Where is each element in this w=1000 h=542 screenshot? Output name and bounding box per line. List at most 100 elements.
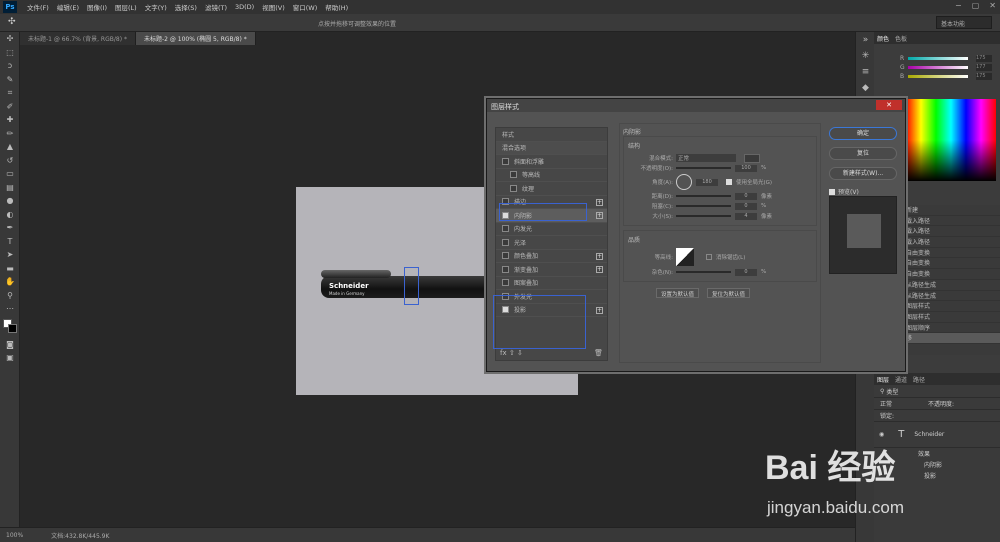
menu-filter[interactable]: 滤镜(T) <box>201 2 231 12</box>
close-window-button[interactable]: ✕ <box>989 1 996 10</box>
document-info[interactable]: 文档:432.8K/445.9K <box>51 531 109 540</box>
workspace-select[interactable]: 基本功能 <box>936 16 992 29</box>
eyedropper-icon[interactable]: ✐ <box>0 100 20 114</box>
menu-select[interactable]: 选择(S) <box>171 2 201 12</box>
tab-paths[interactable]: 路径 <box>910 375 928 384</box>
texture-checkbox[interactable] <box>510 184 517 192</box>
dialog-close-button[interactable]: ✕ <box>876 100 902 110</box>
healing-brush-icon[interactable]: ✚ <box>0 113 20 127</box>
noise-input[interactable]: 0 <box>735 268 757 276</box>
marquee-tool-icon[interactable]: ⬚ <box>0 46 20 60</box>
slider-b[interactable]: B 175 <box>874 72 1000 81</box>
gradient-overlay-checkbox[interactable] <box>502 265 509 273</box>
size-input[interactable]: 4 <box>735 212 757 220</box>
add-gradient-overlay-icon[interactable]: + <box>596 266 603 273</box>
layer-blend-mode[interactable]: 正常 <box>880 399 892 408</box>
contour-checkbox[interactable] <box>510 171 517 179</box>
slider-r[interactable]: R 175 <box>874 54 1000 63</box>
style-item-inner-glow[interactable]: 内发光 <box>496 223 607 236</box>
menu-view[interactable]: 视图(V) <box>258 2 289 12</box>
add-drop-shadow-icon[interactable]: + <box>596 306 603 314</box>
menu-file[interactable]: 文件(F) <box>23 2 53 12</box>
menu-type[interactable]: 文字(Y) <box>141 2 171 12</box>
move-icon[interactable]: ✣ <box>8 17 16 27</box>
minimize-button[interactable]: − <box>955 1 962 10</box>
maximize-button[interactable]: ▢ <box>972 1 980 10</box>
screen-mode-icon[interactable]: ▣ <box>0 351 20 365</box>
reset-default-button[interactable]: 复位为默认值 <box>707 288 751 298</box>
style-item-contour[interactable]: 等高线 <box>496 169 607 182</box>
gradient-tool-icon[interactable]: ▤ <box>0 181 20 195</box>
style-item-color-overlay[interactable]: 颜色叠加 + <box>496 250 607 263</box>
contour-picker[interactable] <box>676 248 694 266</box>
reset-button[interactable]: 复位 <box>829 147 897 160</box>
new-style-button[interactable]: 新建样式(W)... <box>829 167 897 180</box>
size-slider[interactable] <box>676 215 731 217</box>
eye-icon[interactable]: ◉ <box>879 431 884 438</box>
choke-input[interactable]: 0 <box>735 202 757 210</box>
pen-tool-icon[interactable]: ✒ <box>0 221 20 235</box>
choke-slider[interactable] <box>676 205 731 207</box>
style-item-bevel[interactable]: 斜面和浮雕 <box>496 155 607 169</box>
collapse-icon[interactable]: » <box>856 32 875 48</box>
preview-checkbox[interactable] <box>829 188 835 195</box>
angle-dial[interactable] <box>676 174 692 190</box>
slider-g[interactable]: G 177 <box>874 63 1000 72</box>
global-light-checkbox[interactable] <box>726 179 732 185</box>
style-item-pattern-overlay[interactable]: 图案叠加 <box>496 277 607 290</box>
distance-input[interactable]: 0 <box>735 192 757 200</box>
opacity-input[interactable]: 100 <box>735 164 757 172</box>
opacity-slider[interactable] <box>676 167 731 169</box>
shadow-color-swatch[interactable] <box>744 153 760 163</box>
menu-3d[interactable]: 3D(D) <box>231 3 258 11</box>
zoom-tool-icon[interactable]: ⚲ <box>0 289 20 303</box>
layer-filter-row[interactable]: ⚲ 类型 <box>874 385 1000 398</box>
add-stroke-icon[interactable]: + <box>596 198 603 206</box>
tab-swatches[interactable]: 色板 <box>892 34 910 43</box>
blend-mode-select[interactable]: 正常 <box>676 154 736 162</box>
light-icon[interactable]: ✳ <box>856 48 875 64</box>
add-inner-shadow-icon[interactable]: + <box>596 212 603 219</box>
type-tool-icon[interactable]: T <box>0 235 20 249</box>
crop-tool-icon[interactable]: ⌗ <box>0 86 20 100</box>
styles-icon[interactable]: ◆ <box>856 80 875 96</box>
menu-layer[interactable]: 图层(L) <box>111 2 141 12</box>
tab-channels[interactable]: 通道 <box>892 375 910 384</box>
more-tools-icon[interactable]: ⋯ <box>0 302 20 316</box>
history-brush-icon[interactable]: ↺ <box>0 154 20 168</box>
tab-document-1[interactable]: 未标题-1 @ 66.7% (背景, RGB/8) * <box>20 32 136 45</box>
color-swatches[interactable] <box>0 316 20 338</box>
trash-icon[interactable]: 🗑 <box>594 349 603 357</box>
color-overlay-checkbox[interactable] <box>502 252 509 260</box>
angle-input[interactable]: 180 <box>696 178 718 186</box>
style-item-styles[interactable]: 样式 <box>496 128 607 142</box>
tab-color[interactable]: 颜色 <box>874 34 892 43</box>
quick-select-icon[interactable]: ✎ <box>0 73 20 87</box>
shape-tool-icon[interactable]: ▬ <box>0 262 20 276</box>
fx-icon[interactable]: fx ⇧ ⇩ <box>500 349 523 357</box>
ok-button[interactable]: 确定 <box>829 127 897 140</box>
antialias-checkbox[interactable] <box>706 254 712 260</box>
move-tool-icon[interactable]: ✣ <box>0 32 20 46</box>
menu-help[interactable]: 帮助(H) <box>321 2 352 12</box>
color-spectrum[interactable] <box>906 99 996 181</box>
dodge-tool-icon[interactable]: ◐ <box>0 208 20 222</box>
set-default-button[interactable]: 设置为默认值 <box>656 288 700 298</box>
hand-tool-icon[interactable]: ✋ <box>0 275 20 289</box>
layer-name[interactable]: Schneider <box>914 431 944 438</box>
menu-window[interactable]: 窗口(W) <box>289 2 322 12</box>
noise-slider[interactable] <box>676 271 731 273</box>
style-item-blending[interactable]: 混合选项 <box>496 141 607 155</box>
stamp-tool-icon[interactable]: ▲ <box>0 140 20 154</box>
menu-edit[interactable]: 编辑(E) <box>53 2 83 12</box>
preview-toggle[interactable]: 预览(V) <box>829 187 897 196</box>
brush-tool-icon[interactable]: ✏ <box>0 127 20 141</box>
style-item-texture[interactable]: 纹理 <box>496 182 607 196</box>
add-color-overlay-icon[interactable]: + <box>596 252 603 260</box>
distance-slider[interactable] <box>676 195 731 197</box>
style-item-satin[interactable]: 光泽 <box>496 236 607 250</box>
path-select-icon[interactable]: ➤ <box>0 248 20 262</box>
blur-tool-icon[interactable]: ● <box>0 194 20 208</box>
tab-document-2[interactable]: 未标题-2 @ 100% (椭圆 5, RGB/8) * <box>135 32 256 45</box>
eraser-tool-icon[interactable]: ▭ <box>0 167 20 181</box>
